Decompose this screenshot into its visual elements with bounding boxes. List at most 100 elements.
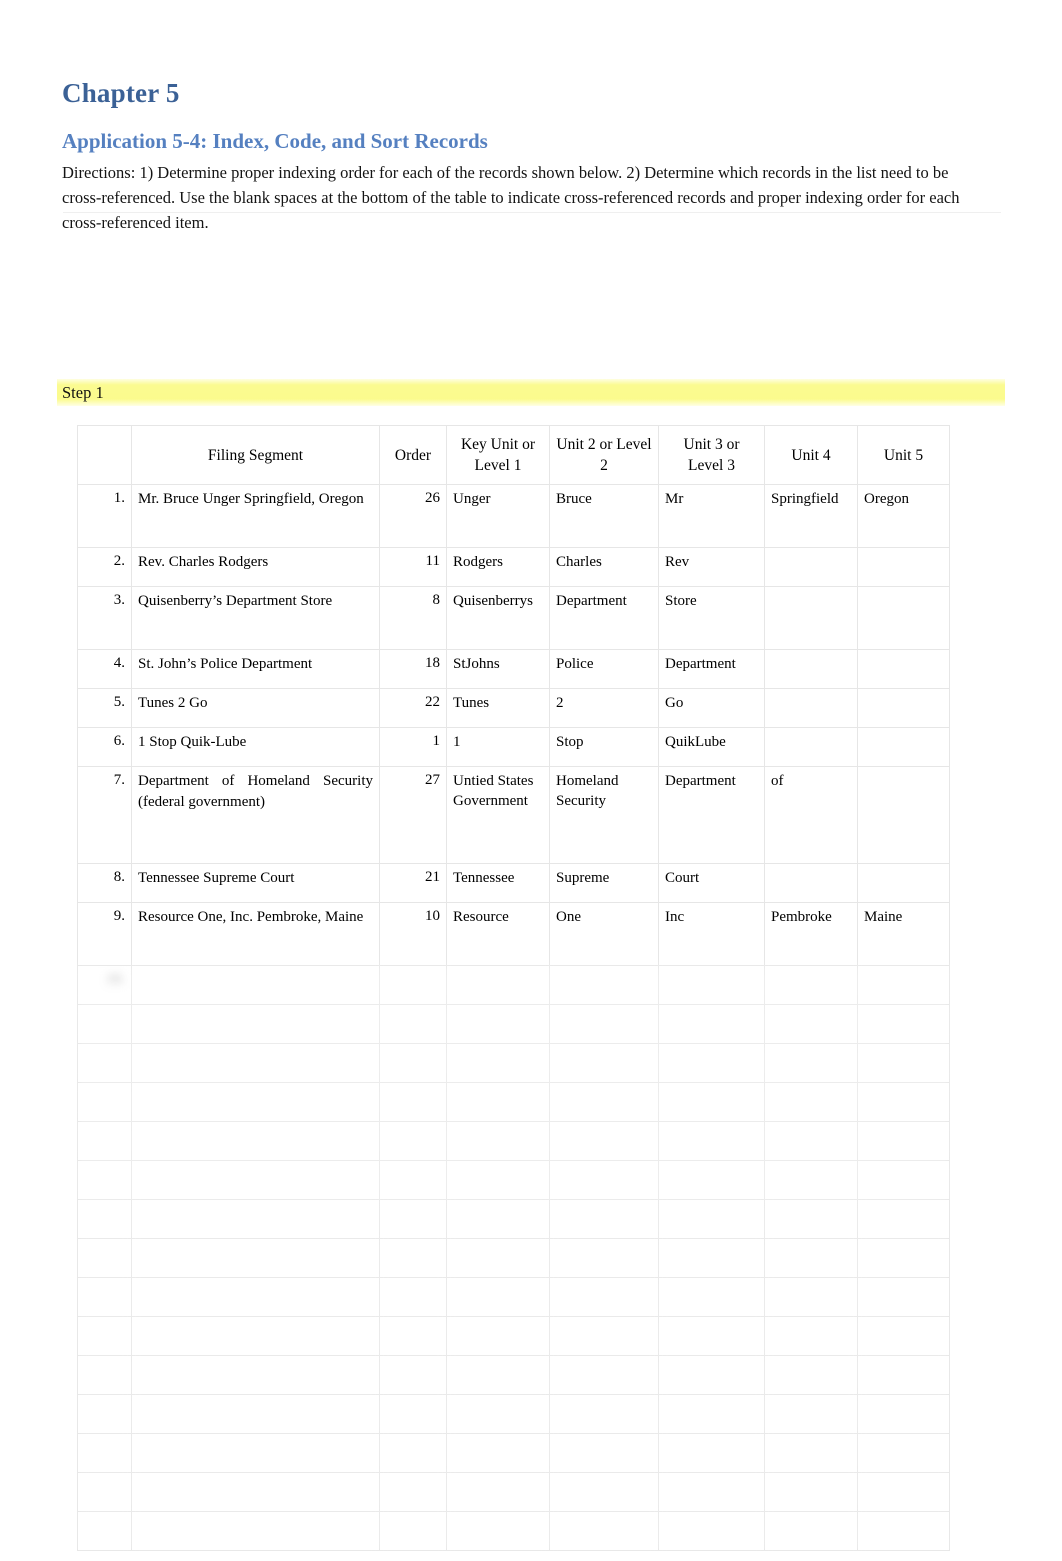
cell-order: [379, 1043, 447, 1083]
cell-unit5: [857, 1511, 950, 1551]
cell-unit5: [857, 547, 950, 587]
cell-key-unit: [446, 1355, 550, 1395]
document-page: Chapter 5 Application 5-4: Index, Code, …: [0, 0, 1062, 1561]
table-row: 9. Resource One, Inc. Pembroke, Maine 10 Re…: [77, 902, 950, 966]
cell-number: [77, 1277, 132, 1317]
cell-unit2: [549, 1004, 659, 1044]
cell-unit5: [857, 727, 950, 767]
cell-unit3: [658, 1355, 765, 1395]
cell-unit4: [764, 1082, 858, 1122]
cell-unit3: [658, 1277, 765, 1317]
cell-filing-segment: St. John’s Police Department: [131, 649, 380, 689]
cell-order: 27: [379, 766, 447, 864]
table-row: [77, 1355, 950, 1395]
cell-key-unit: Untied States Government: [446, 766, 550, 864]
cell-unit4: [764, 586, 858, 650]
cell-unit3: [658, 1004, 765, 1044]
cell-filing-segment: Rev. Charles Rodgers: [131, 547, 380, 587]
cell-unit2: [549, 1160, 659, 1200]
cell-order: [379, 1082, 447, 1122]
cell-unit3: [658, 1082, 765, 1122]
cell-order: 11: [379, 547, 447, 587]
cell-unit3: QuikLube: [658, 727, 765, 767]
table-row: [77, 1277, 950, 1317]
cell-order: [379, 1160, 447, 1200]
cell-unit3: Rev: [658, 547, 765, 587]
cell-unit2: [549, 1355, 659, 1395]
cell-unit5: [857, 688, 950, 728]
cell-unit3: Go: [658, 688, 765, 728]
cell-order: [379, 1277, 447, 1317]
cell-key-unit: [446, 1277, 550, 1317]
cell-unit2: [549, 1043, 659, 1083]
cell-order: [379, 965, 447, 1005]
cell-key-unit: [446, 1082, 550, 1122]
cell-unit4: Springfield: [764, 484, 858, 548]
table-row: 5. Tunes 2 Go 22 Tunes 2 Go: [77, 688, 950, 728]
cell-unit3: Mr: [658, 484, 765, 548]
cell-unit3: [658, 1121, 765, 1161]
cell-unit2: [549, 1394, 659, 1434]
cell-unit2: [549, 1277, 659, 1317]
cell-order: [379, 1472, 447, 1512]
cell-unit5: [857, 1316, 950, 1356]
cell-key-unit: Tennessee: [446, 863, 550, 903]
col-header-unit5: Unit 5: [857, 425, 950, 485]
cell-order: 21: [379, 863, 447, 903]
cell-unit4: [764, 863, 858, 903]
cell-unit5: Oregon: [857, 484, 950, 548]
cell-unit3: [658, 1043, 765, 1083]
cell-number: [77, 1355, 132, 1395]
cell-key-unit: StJohns: [446, 649, 550, 689]
cell-unit3: [658, 1472, 765, 1512]
cell-unit3: [658, 1394, 765, 1434]
table-row: 6. 1 Stop Quik-Lube 1 1 Stop QuikLube: [77, 727, 950, 767]
cell-unit5: [857, 863, 950, 903]
cell-number: 8.: [77, 863, 132, 903]
cell-key-unit: Tunes: [446, 688, 550, 728]
cell-filing-segment: [131, 1043, 380, 1083]
cell-unit5: [857, 1433, 950, 1473]
col-header-unit4: Unit 4: [764, 425, 858, 485]
table-header-row: Filing Segment Order Key Unit or Level 1…: [77, 425, 950, 485]
cell-filing-segment: Mr. Bruce Unger Springfield, Oregon: [131, 484, 380, 548]
cell-unit3: [658, 965, 765, 1005]
cell-unit2: [549, 965, 659, 1005]
cell-number: 1.: [77, 484, 132, 548]
cell-unit5: [857, 586, 950, 650]
cell-unit4: [764, 1199, 858, 1239]
cell-unit3: [658, 1199, 765, 1239]
table-row: [77, 1043, 950, 1083]
table-body: 1. Mr. Bruce Unger Springfield, Oregon 26 U…: [77, 484, 950, 1551]
cell-number: 7.: [77, 766, 132, 864]
cell-number: [77, 1511, 132, 1551]
cell-key-unit: 1: [446, 727, 550, 767]
cell-filing-segment: [131, 1004, 380, 1044]
cell-unit5: [857, 1082, 950, 1122]
cell-unit4: [764, 688, 858, 728]
cell-unit2: [549, 1472, 659, 1512]
cell-key-unit: [446, 1199, 550, 1239]
cell-unit3: [658, 1316, 765, 1356]
cell-key-unit: [446, 1160, 550, 1200]
cell-unit4: [764, 965, 858, 1005]
cell-filing-segment: [131, 1199, 380, 1239]
cell-order: 10: [379, 902, 447, 966]
cell-unit5: Maine: [857, 902, 950, 966]
table-row: [77, 1238, 950, 1278]
cell-unit5: [857, 1238, 950, 1278]
cell-unit4: [764, 727, 858, 767]
cell-unit2: [549, 1433, 659, 1473]
cell-number: [77, 1004, 132, 1044]
cell-key-unit: [446, 1511, 550, 1551]
cell-unit4: [764, 1394, 858, 1434]
cell-key-unit: [446, 965, 550, 1005]
cell-key-unit: Resource: [446, 902, 550, 966]
cell-number: 5.: [77, 688, 132, 728]
cell-order: 1: [379, 727, 447, 767]
cell-filing-segment: [131, 1277, 380, 1317]
cell-filing-segment: [131, 1433, 380, 1473]
cell-key-unit: [446, 1043, 550, 1083]
cell-unit3: [658, 1511, 765, 1551]
table-row: [77, 1004, 950, 1044]
